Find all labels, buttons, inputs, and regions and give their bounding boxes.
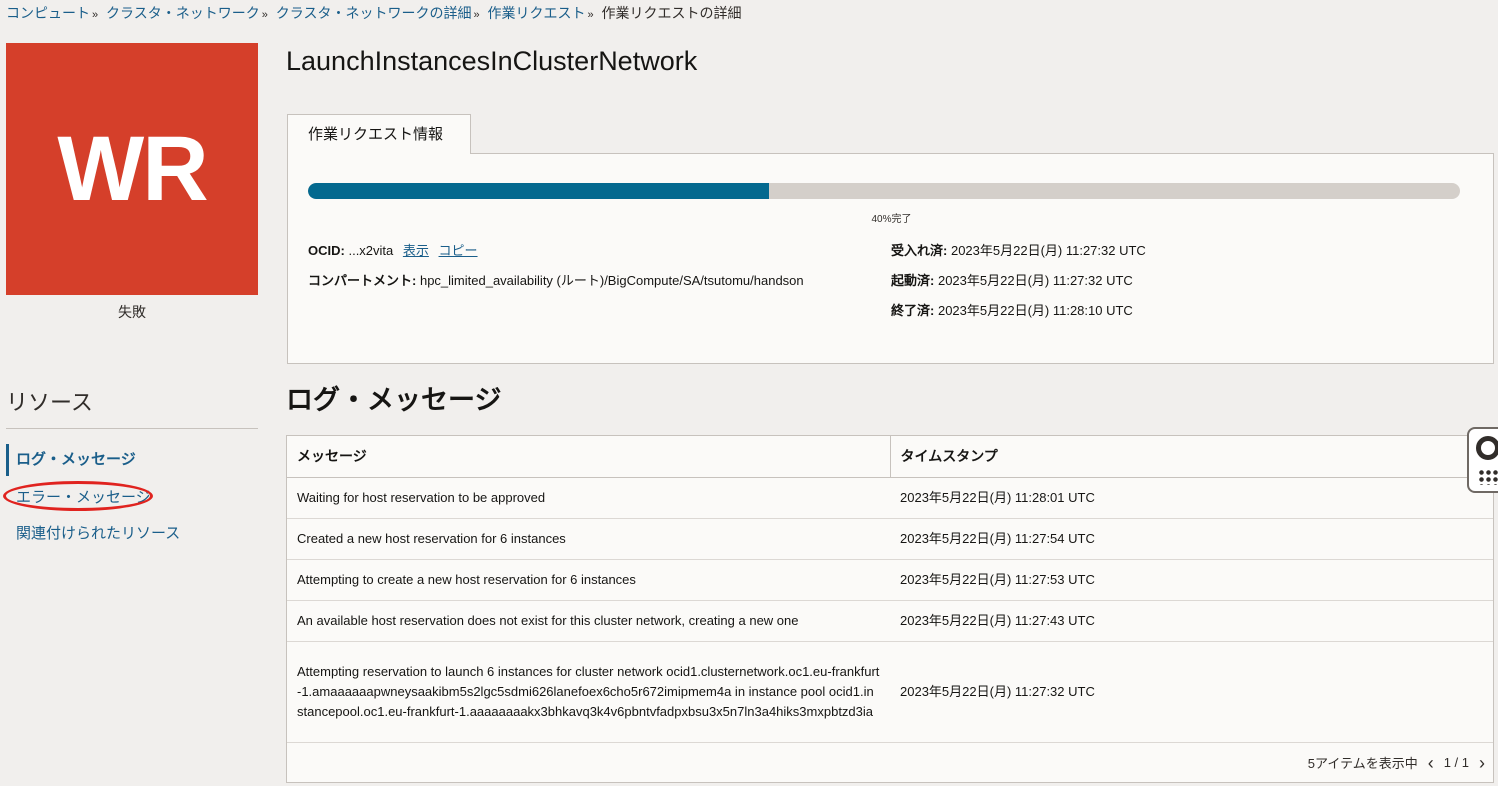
breadcrumb: コンピュート» クラスタ・ネットワーク» クラスタ・ネットワークの詳細» 作業リ…: [6, 3, 742, 23]
log-messages-table: メッセージ タイムスタンプ Waiting for host reservati…: [286, 435, 1494, 783]
breadcrumb-separator: »: [261, 9, 268, 21]
chevron-left-icon[interactable]: ‹: [1428, 754, 1434, 772]
column-header-timestamp[interactable]: タイムスタンプ: [890, 436, 1493, 478]
breadcrumb-cluster-network-details[interactable]: クラスタ・ネットワークの詳細: [276, 5, 472, 21]
ocid-copy-link[interactable]: コピー: [439, 243, 478, 258]
resources-heading: リソース: [6, 390, 93, 415]
table-row: An available host reservation does not e…: [287, 600, 1493, 642]
row-message: Created a new host reservation for 6 ins…: [287, 518, 890, 560]
progress-label: 40%完了: [871, 214, 912, 225]
sidebar-item-error-messages[interactable]: エラー・メッセージ: [6, 486, 151, 507]
page-title: LaunchInstancesInClusterNetwork: [286, 46, 698, 76]
row-message: Attempting to create a new host reservat…: [287, 559, 890, 601]
accepted-key: 受入れ済:: [891, 243, 948, 258]
tab-work-request-info[interactable]: 作業リクエスト情報: [287, 114, 471, 154]
breadcrumb-work-requests[interactable]: 作業リクエスト: [488, 5, 586, 21]
column-header-message[interactable]: メッセージ: [287, 436, 891, 478]
page-indicator: 1 / 1: [1443, 755, 1469, 770]
finished-row: 終了済: 2023年5月22日(月) 11:28:10 UTC: [891, 300, 1133, 319]
progress-bar: [308, 183, 1460, 199]
row-message: Waiting for host reservation to be appro…: [287, 477, 890, 519]
status-tile: WR: [6, 43, 258, 295]
table-row: Created a new host reservation for 6 ins…: [287, 518, 1493, 560]
table-row: Attempting to create a new host reservat…: [287, 559, 1493, 601]
sidebar-divider: [6, 428, 258, 429]
ocid-value: ...x2vita: [348, 243, 394, 258]
breadcrumb-cluster-networks[interactable]: クラスタ・ネットワーク: [106, 5, 260, 21]
finished-value: 2023年5月22日(月) 11:28:10 UTC: [937, 303, 1133, 318]
breadcrumb-current: 作業リクエストの詳細: [601, 5, 742, 21]
breadcrumb-separator: »: [92, 9, 99, 21]
log-messages-heading: ログ・メッセージ: [286, 385, 502, 415]
chevron-right-icon[interactable]: ›: [1479, 754, 1485, 772]
compartment-row: コンパートメント: hpc_limited_availability (ルート)…: [308, 270, 804, 289]
breadcrumb-separator: »: [587, 9, 594, 21]
row-message: An available host reservation does not e…: [287, 600, 890, 642]
accepted-row: 受入れ済: 2023年5月22日(月) 11:27:32 UTC: [891, 240, 1146, 259]
accepted-value: 2023年5月22日(月) 11:27:32 UTC: [950, 243, 1146, 258]
table-row: Attempting reservation to launch 6 insta…: [287, 641, 1493, 743]
compartment-key: コンパートメント:: [308, 273, 417, 288]
grid-dots-icon[interactable]: [1478, 469, 1498, 485]
started-row: 起動済: 2023年5月22日(月) 11:27:32 UTC: [891, 270, 1133, 289]
row-timestamp: 2023年5月22日(月) 11:28:01 UTC: [890, 477, 1493, 519]
item-count: 5アイテムを表示中: [1307, 756, 1418, 771]
status-label: 失敗: [118, 304, 146, 320]
progress-fill: [308, 183, 769, 199]
finished-key: 終了済:: [891, 303, 935, 318]
help-widget[interactable]: [1467, 427, 1498, 493]
row-message: Attempting reservation to launch 6 insta…: [287, 641, 890, 743]
started-key: 起動済:: [891, 273, 935, 288]
lifebuoy-icon[interactable]: [1476, 436, 1498, 460]
table-row: Waiting for host reservation to be appro…: [287, 477, 1493, 519]
sidebar-item-associated-resources[interactable]: 関連付けられたリソース: [6, 522, 180, 543]
breadcrumb-compute[interactable]: コンピュート: [6, 5, 90, 21]
row-timestamp: 2023年5月22日(月) 11:27:43 UTC: [890, 600, 1493, 642]
row-timestamp: 2023年5月22日(月) 11:27:53 UTC: [890, 559, 1493, 601]
ocid-row: OCID: ...x2vita 表示 コピー: [308, 240, 478, 259]
ocid-show-link[interactable]: 表示: [403, 243, 429, 258]
compartment-value: hpc_limited_availability (ルート)/BigComput…: [419, 273, 804, 288]
ocid-key: OCID:: [308, 243, 345, 258]
started-value: 2023年5月22日(月) 11:27:32 UTC: [937, 273, 1133, 288]
status-initials: WR: [57, 117, 208, 220]
breadcrumb-separator: »: [473, 9, 480, 21]
table-footer: 5アイテムを表示中 ‹ 1 / 1 ›: [1308, 753, 1485, 772]
row-timestamp: 2023年5月22日(月) 11:27:54 UTC: [890, 518, 1493, 560]
row-timestamp: 2023年5月22日(月) 11:27:32 UTC: [890, 641, 1493, 743]
sidebar-item-log-messages[interactable]: ログ・メッセージ: [6, 444, 136, 476]
info-panel: 40%完了 OCID: ...x2vita 表示 コピー コンパートメント: h…: [287, 153, 1494, 364]
